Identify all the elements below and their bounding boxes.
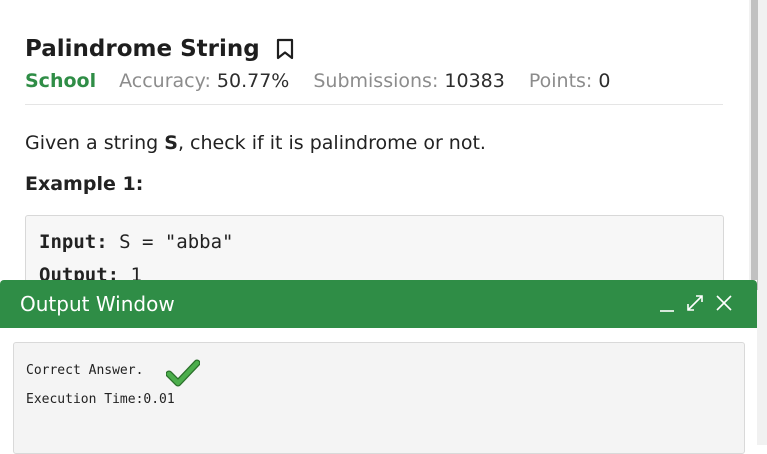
output-window-title: Output Window — [20, 292, 175, 316]
example-input-line: Input: S = "abba" — [39, 231, 233, 253]
statement-variable: S — [164, 132, 178, 154]
statement-prefix: Given a string — [25, 132, 165, 154]
accuracy-label: Accuracy: — [119, 70, 211, 92]
result-text: Correct Answer. — [26, 363, 144, 378]
difficulty-badge: School — [25, 70, 97, 92]
checkmark-icon — [165, 359, 201, 391]
points-stat: Points: 0 — [529, 70, 611, 92]
execution-time: Execution Time:0.01 — [26, 392, 175, 407]
expand-icon[interactable] — [685, 293, 705, 313]
output-window: Output Window Correct Answer. Execution … — [0, 280, 757, 454]
points-label: Points: — [528, 70, 593, 92]
accuracy-stat: Accuracy: 50.77% — [119, 70, 289, 92]
problem-statement: Given a string S, check if it is palindr… — [25, 132, 486, 154]
statement-suffix: , check if it is palindrome or not. — [177, 132, 486, 154]
points-value: 0 — [598, 70, 611, 92]
output-console: Correct Answer. Execution Time:0.01 — [13, 342, 745, 454]
problem-title: Palindrome String — [25, 36, 260, 62]
accuracy-value: 50.77% — [216, 70, 290, 92]
submissions-value: 10383 — [444, 70, 505, 92]
divider — [25, 104, 723, 105]
scrollbar-thumb[interactable] — [751, 0, 758, 290]
close-icon[interactable] — [715, 294, 733, 312]
submissions-label: Submissions: — [313, 70, 439, 92]
bookmark-icon[interactable] — [276, 38, 294, 60]
example-input-label: Input: — [39, 231, 108, 253]
example-heading: Example 1: — [25, 173, 144, 195]
minimize-icon[interactable] — [659, 292, 675, 314]
problem-meta: School Accuracy: 50.77% Submissions: 103… — [25, 66, 634, 96]
output-window-header: Output Window — [0, 280, 757, 328]
output-window-controls — [659, 292, 733, 314]
example-input-value: S = "abba" — [107, 231, 234, 253]
submissions-stat: Submissions: 10383 — [313, 70, 505, 92]
problem-header: Palindrome String — [25, 30, 294, 68]
